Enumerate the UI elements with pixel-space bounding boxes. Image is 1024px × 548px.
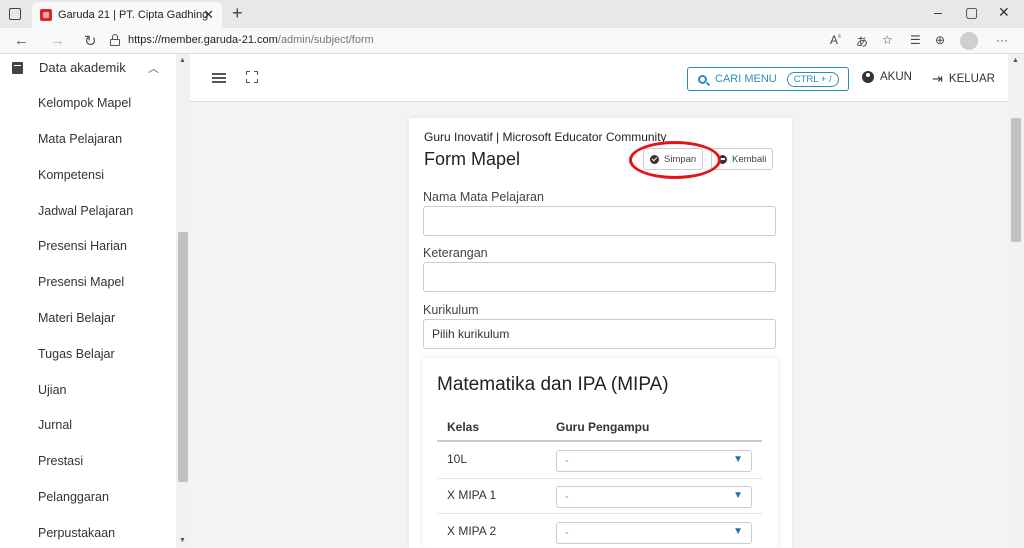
- curriculum-select[interactable]: Pilih kurikulum: [423, 319, 776, 349]
- sidebar: Data akademik ︿ Kelompok Mapel Mata Pela…: [0, 54, 190, 548]
- teacher-select[interactable]: - ▼: [556, 522, 752, 544]
- close-tab-icon[interactable]: ✕: [203, 7, 214, 23]
- search-shortcut: CTRL + /: [786, 71, 839, 87]
- sidebar-item-mata-pelajaran[interactable]: Mata Pelajaran: [38, 132, 122, 146]
- chevron-up-icon[interactable]: ︿: [148, 60, 159, 76]
- class-label: 10L: [447, 452, 468, 466]
- community-label: Guru Inovatif | Microsoft Educator Commu…: [424, 130, 667, 144]
- back-circle-icon: [718, 154, 727, 164]
- sidebar-item-kompetensi[interactable]: Kompetensi: [38, 168, 104, 182]
- subject-name-input[interactable]: [423, 206, 776, 236]
- sidebar-item-prestasi[interactable]: Prestasi: [38, 454, 83, 468]
- search-menu-button[interactable]: CARI MENU CTRL + /: [687, 67, 849, 91]
- page-scrollbar[interactable]: ▲: [1008, 54, 1024, 548]
- logout-button[interactable]: ⇥ KELUAR: [932, 71, 995, 87]
- row-divider: [437, 513, 762, 514]
- curriculum-label: Kurikulum: [423, 303, 479, 317]
- sidebar-item-tugas-belajar[interactable]: Tugas Belajar: [38, 347, 115, 361]
- account-label: AKUN: [880, 71, 912, 83]
- teacher-select-value: -: [565, 527, 569, 539]
- user-icon: [862, 71, 874, 83]
- book-icon: [12, 61, 23, 74]
- row-divider: [437, 478, 762, 479]
- page-scroll-up-icon[interactable]: ▲: [1012, 57, 1019, 64]
- header-divider: [437, 440, 762, 442]
- chevron-down-icon: ▼: [733, 490, 743, 501]
- window-close-icon[interactable]: ✕: [998, 4, 1010, 21]
- save-label: Simpan: [664, 153, 697, 165]
- check-circle-icon: [650, 154, 659, 164]
- group-title: Matematika dan IPA (MIPA): [437, 374, 669, 395]
- sidebar-item-jadwal-pelajaran[interactable]: Jadwal Pelajaran: [38, 204, 133, 218]
- menu-icon[interactable]: [212, 73, 226, 83]
- translate-icon[interactable]: あ: [856, 33, 868, 50]
- search-icon: [698, 74, 707, 84]
- account-button[interactable]: AKUN: [862, 71, 912, 83]
- logout-icon: ⇥: [932, 71, 943, 86]
- name-label: Nama Mata Pelajaran: [423, 190, 544, 204]
- more-icon[interactable]: ···: [996, 33, 1008, 47]
- browser-tab[interactable]: Garuda 21 | PT. Cipta Gadhing A ✕: [32, 2, 222, 28]
- profile-avatar[interactable]: [960, 32, 978, 50]
- sidebar-item-kelompok-mapel[interactable]: Kelompok Mapel: [38, 96, 131, 110]
- search-menu-label: CARI MENU: [715, 73, 777, 85]
- minimize-icon[interactable]: –: [934, 4, 942, 20]
- tab-actions-icon[interactable]: [9, 8, 21, 20]
- sidebar-item-presensi-mapel[interactable]: Presensi Mapel: [38, 275, 124, 289]
- back-arrow-icon[interactable]: ←: [14, 32, 29, 49]
- collections-icon[interactable]: ⊕: [935, 33, 945, 47]
- sidebar-item-materi-belajar[interactable]: Materi Belajar: [38, 311, 115, 325]
- browser-tabbar: Garuda 21 | PT. Cipta Gadhing A ✕ + – ▢ …: [0, 0, 1024, 28]
- sidebar-scrollbar[interactable]: ▲ ▼: [176, 54, 190, 548]
- teacher-select[interactable]: - ▼: [556, 450, 752, 472]
- sidebar-item-jurnal[interactable]: Jurnal: [38, 418, 72, 432]
- subject-group-card: Matematika dan IPA (MIPA) Kelas Guru Pen…: [423, 358, 778, 548]
- lock-icon[interactable]: [110, 34, 120, 46]
- teacher-select-value: -: [565, 455, 569, 467]
- sidebar-item-presensi-harian[interactable]: Presensi Harian: [38, 239, 127, 253]
- back-button[interactable]: Kembali: [711, 148, 774, 170]
- garuda-favicon-icon: [40, 9, 52, 21]
- favorite-add-icon[interactable]: ☆: [882, 33, 893, 47]
- tab-title: Garuda 21 | PT. Cipta Gadhing A: [58, 9, 208, 21]
- column-header-class: Kelas: [447, 420, 480, 434]
- fullscreen-icon[interactable]: [246, 71, 258, 83]
- sidebar-group-label: Data akademik: [39, 60, 126, 75]
- chevron-down-icon: ▼: [733, 526, 743, 537]
- class-label: X MIPA 1: [447, 488, 497, 502]
- sidebar-item-pelanggaran[interactable]: Pelanggaran: [38, 490, 109, 504]
- forward-arrow-icon[interactable]: →: [50, 32, 65, 49]
- read-aloud-icon[interactable]: Aᵃ: [830, 33, 841, 47]
- favorites-icon[interactable]: ☰: [910, 33, 921, 47]
- sidebar-item-perpustakaan[interactable]: Perpustakaan: [38, 526, 115, 540]
- column-header-teacher: Guru Pengampu: [556, 420, 650, 434]
- page-scroll-thumb[interactable]: [1011, 118, 1021, 242]
- teacher-select-value: -: [565, 491, 569, 503]
- description-input[interactable]: [423, 262, 776, 292]
- app-topbar: CARI MENU CTRL + / AKUN ⇥ KELUAR: [190, 54, 1008, 102]
- curriculum-placeholder: Pilih kurikulum: [432, 327, 510, 341]
- teacher-select[interactable]: - ▼: [556, 486, 752, 508]
- address-bar: ← → ↻ https://member.garuda-21.com/admin…: [0, 28, 1024, 54]
- refresh-icon[interactable]: ↻: [84, 32, 97, 50]
- class-label: X MIPA 2: [447, 524, 497, 538]
- chevron-down-icon: ▼: [733, 454, 743, 465]
- scroll-up-icon[interactable]: ▲: [179, 57, 186, 64]
- save-button[interactable]: Simpan: [643, 148, 704, 170]
- form-card: Guru Inovatif | Microsoft Educator Commu…: [409, 118, 792, 548]
- url-field[interactable]: https://member.garuda-21.com/admin/subje…: [128, 34, 374, 46]
- new-tab-icon[interactable]: +: [232, 3, 243, 24]
- sidebar-group-header[interactable]: Data akademik: [12, 60, 126, 75]
- logout-label: KELUAR: [948, 73, 995, 85]
- page-title: Form Mapel: [424, 149, 521, 169]
- description-label: Keterangan: [423, 246, 488, 260]
- sidebar-item-ujian[interactable]: Ujian: [38, 383, 67, 397]
- restore-icon[interactable]: ▢: [965, 4, 978, 21]
- scroll-down-icon[interactable]: ▼: [179, 537, 186, 544]
- sidebar-scroll-thumb[interactable]: [178, 232, 188, 482]
- back-label: Kembali: [732, 153, 767, 165]
